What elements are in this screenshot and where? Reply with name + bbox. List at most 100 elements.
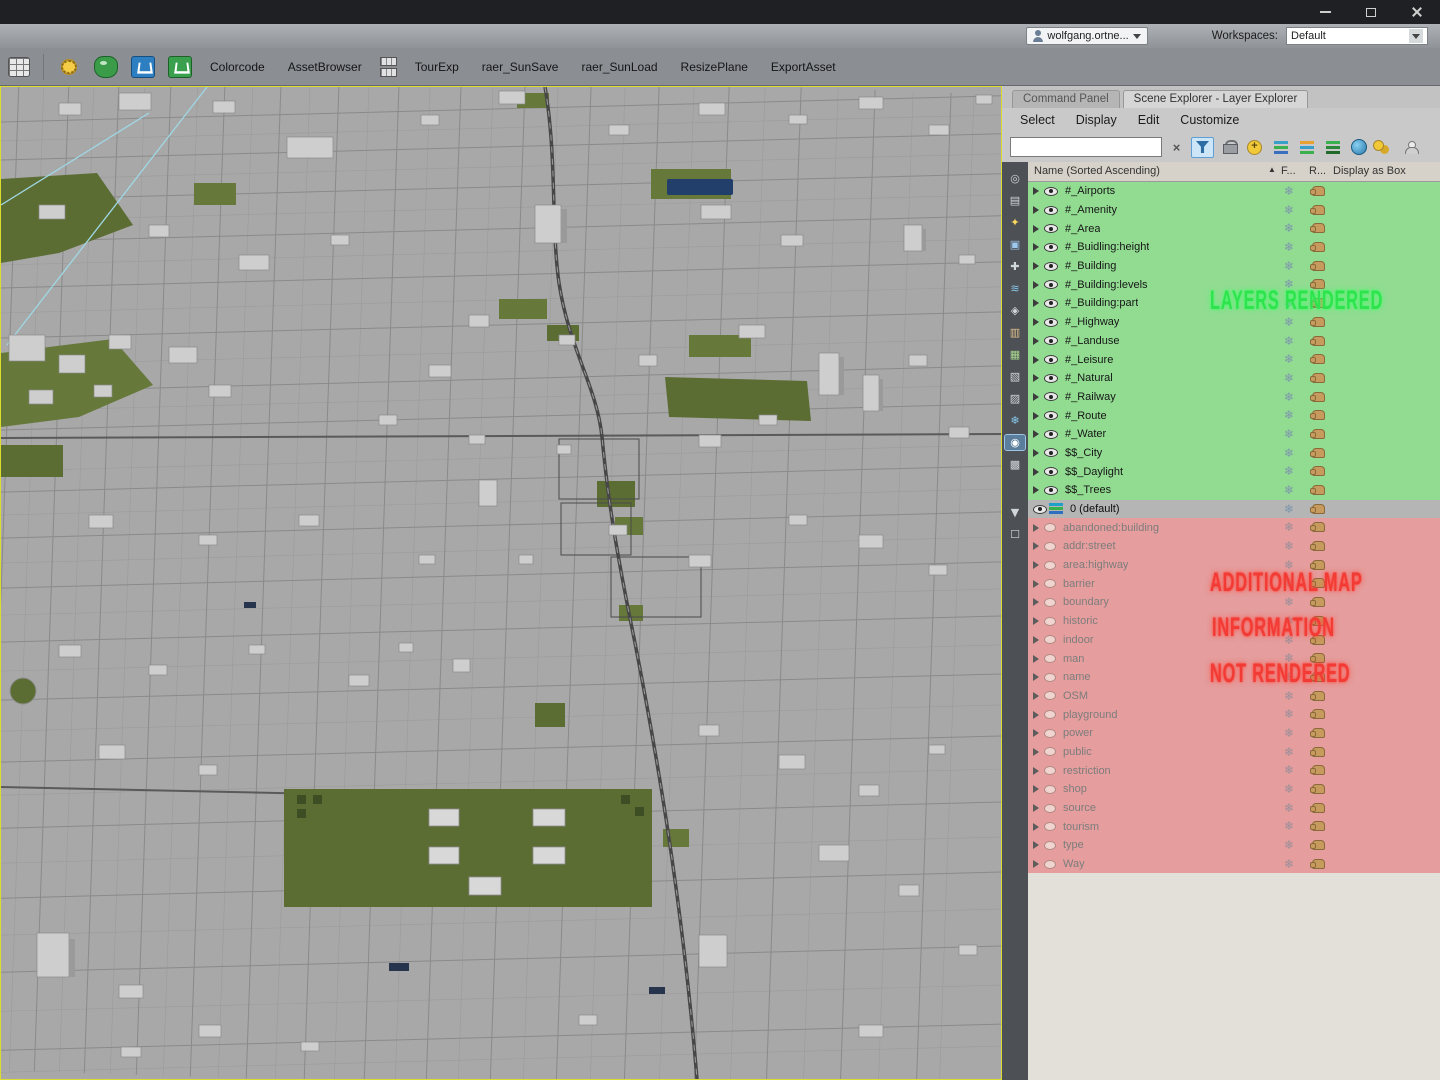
render-icon[interactable] <box>1310 204 1325 215</box>
workspace-dropdown-button[interactable] <box>1409 29 1423 43</box>
expander-icon[interactable] <box>1033 804 1039 813</box>
eye-icon[interactable] <box>1044 355 1058 365</box>
render-icon[interactable] <box>1310 634 1325 645</box>
layer-row[interactable]: Way ❄ <box>1028 854 1440 874</box>
layer-name[interactable]: source <box>1063 802 1096 814</box>
render-icon[interactable] <box>1310 765 1325 776</box>
render-icon[interactable] <box>1310 223 1325 234</box>
freeze-icon[interactable]: ❄ <box>1284 801 1294 815</box>
layer-state-icon[interactable] <box>1044 523 1056 533</box>
expander-icon[interactable] <box>1033 841 1039 850</box>
eye-icon[interactable] <box>1044 336 1058 346</box>
render-icon[interactable] <box>1310 821 1325 832</box>
freeze-icon[interactable]: ❄ <box>1284 539 1294 553</box>
render-icon[interactable] <box>1310 242 1325 253</box>
freeze-icon[interactable]: ❄ <box>1284 352 1294 366</box>
render-icon[interactable] <box>1310 522 1325 533</box>
layer-row[interactable]: tourism ❄ <box>1028 817 1440 837</box>
layer-name[interactable]: #_Water <box>1065 428 1106 440</box>
eye-icon[interactable] <box>1044 242 1058 252</box>
layer-name[interactable]: historic <box>1063 615 1098 627</box>
expander-icon[interactable] <box>1033 243 1039 252</box>
render-icon[interactable] <box>1310 597 1325 608</box>
layer-name[interactable]: $$_City <box>1065 447 1102 459</box>
freeze-icon[interactable]: ❄ <box>1284 558 1294 572</box>
exportasset-button[interactable]: ExportAsset <box>766 57 841 77</box>
render-icon[interactable] <box>1310 391 1325 402</box>
column-render[interactable]: R... <box>1309 165 1326 177</box>
freeze-icon[interactable]: ❄ <box>1284 745 1294 759</box>
layer-row[interactable]: #_Amenity ❄ <box>1028 200 1440 220</box>
layer-row[interactable]: #_Natural ❄ <box>1028 368 1440 388</box>
layer-state-icon[interactable] <box>1044 616 1056 626</box>
display-geometry-icon[interactable]: ◎ <box>1005 171 1025 186</box>
menu-select[interactable]: Select <box>1020 113 1055 127</box>
layer-row[interactable]: $$_Daylight ❄ <box>1028 462 1440 481</box>
expander-icon[interactable] <box>1033 673 1039 682</box>
layer-state-icon[interactable] <box>1044 822 1056 832</box>
display-bones-icon[interactable]: ▥ <box>1005 325 1025 340</box>
render-icon[interactable] <box>1310 503 1325 514</box>
expander-icon[interactable] <box>1033 598 1039 607</box>
freeze-icon[interactable]: ❄ <box>1284 259 1294 273</box>
layer-name[interactable]: area:highway <box>1063 559 1128 571</box>
freeze-icon[interactable]: ❄ <box>1284 277 1294 291</box>
add-to-active-layer-icon[interactable] <box>1269 137 1292 158</box>
render-icon[interactable] <box>1310 709 1325 720</box>
eye-icon[interactable] <box>1044 429 1058 439</box>
layer-state-icon[interactable] <box>1044 541 1056 551</box>
layer-row[interactable]: OSM ❄ <box>1028 686 1440 706</box>
expander-icon[interactable] <box>1033 392 1039 401</box>
layer-name[interactable]: tourism <box>1063 821 1099 833</box>
layer-row[interactable]: $$_Trees ❄ <box>1028 481 1440 500</box>
render-icon[interactable] <box>1310 615 1325 626</box>
eye-icon[interactable] <box>1044 186 1058 196</box>
expander-icon[interactable] <box>1033 654 1039 663</box>
layer-row[interactable]: shop ❄ <box>1028 780 1440 799</box>
expander-icon[interactable] <box>1033 635 1039 644</box>
expander-icon[interactable] <box>1033 617 1039 626</box>
render-icon[interactable] <box>1310 186 1325 196</box>
layer-row[interactable]: #_Water ❄ <box>1028 424 1440 444</box>
layer-row[interactable]: boundary ❄ <box>1028 593 1440 612</box>
render-icon[interactable] <box>1310 727 1325 738</box>
menu-display[interactable]: Display <box>1076 113 1117 127</box>
freeze-icon[interactable]: ❄ <box>1284 763 1294 777</box>
make-default-layer-icon[interactable] <box>1295 137 1318 158</box>
active-layer-icon[interactable] <box>1049 502 1063 516</box>
create-new-layer-icon[interactable] <box>1243 137 1266 158</box>
layer-state-icon[interactable] <box>1044 597 1056 607</box>
expander-icon[interactable] <box>1033 318 1039 327</box>
layer-name[interactable]: Way <box>1063 858 1085 870</box>
layer-name[interactable]: 0 (default) <box>1070 503 1120 515</box>
layer-row[interactable]: #_Buidling:height ❄ <box>1028 238 1440 257</box>
layer-row[interactable]: #_Building:levels ❄ <box>1028 275 1440 295</box>
layer-name[interactable]: #_Railway <box>1065 391 1116 403</box>
layer-row[interactable]: power ❄ <box>1028 723 1440 743</box>
expander-icon[interactable] <box>1033 262 1039 271</box>
render-icon[interactable] <box>1310 840 1325 851</box>
layer-row[interactable]: #_Railway ❄ <box>1028 387 1440 407</box>
render-icon[interactable] <box>1310 354 1325 365</box>
freeze-icon[interactable]: ❄ <box>1284 371 1294 385</box>
render-icon[interactable] <box>1310 428 1325 439</box>
display-materials-icon[interactable]: ▦ <box>1005 347 1025 362</box>
expander-icon[interactable] <box>1033 747 1039 756</box>
container-icon[interactable]: ☐ <box>1005 527 1025 542</box>
expander-icon[interactable] <box>1033 336 1039 345</box>
expander-icon[interactable] <box>1033 691 1039 700</box>
freeze-icon[interactable]: ❄ <box>1284 464 1294 478</box>
layer-row[interactable]: type ❄ <box>1028 836 1440 855</box>
expander-icon[interactable] <box>1033 374 1039 383</box>
expander-icon[interactable] <box>1033 467 1039 476</box>
display-hidden-icon[interactable]: ◉ <box>1004 434 1026 451</box>
render-icon[interactable] <box>1310 858 1325 869</box>
render-icon[interactable] <box>1310 671 1325 682</box>
layer-name[interactable]: #_Area <box>1065 223 1100 235</box>
expander-icon[interactable] <box>1033 561 1039 570</box>
layer-name[interactable]: #_Natural <box>1065 372 1113 384</box>
display-xrefs-icon[interactable]: ▧ <box>1005 369 1025 384</box>
layer-name[interactable]: boundary <box>1063 596 1109 608</box>
layer-row[interactable]: #_Building ❄ <box>1028 256 1440 276</box>
render-icon[interactable] <box>1310 784 1325 794</box>
